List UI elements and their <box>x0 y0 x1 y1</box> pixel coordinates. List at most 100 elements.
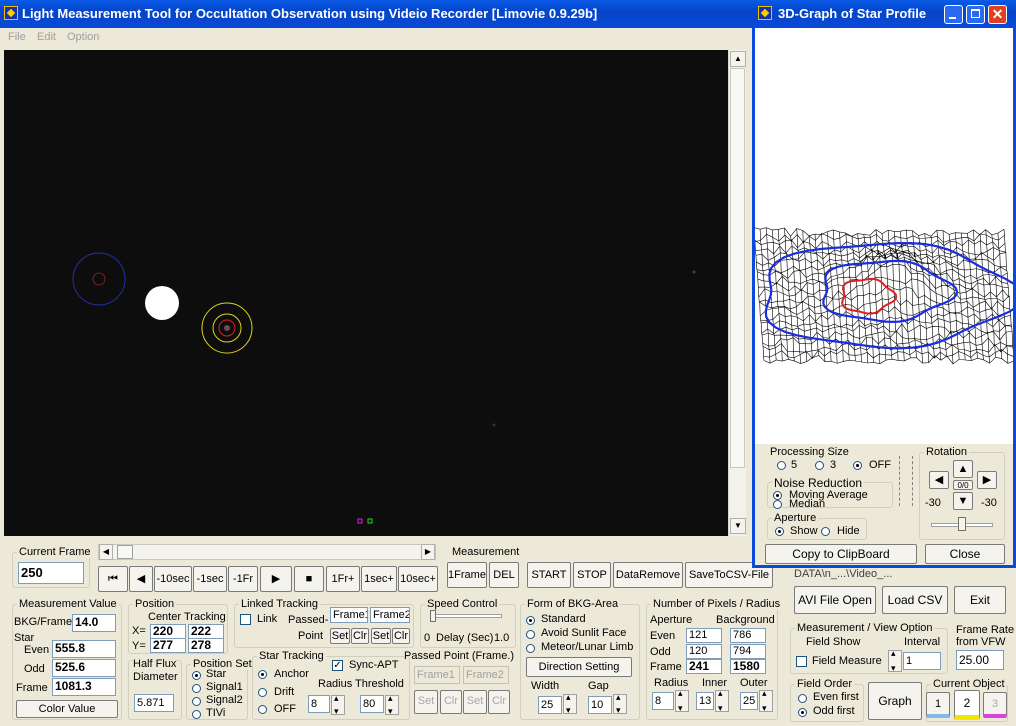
aperture-radius-input[interactable]: 8 <box>652 692 674 710</box>
avi-file-open-button[interactable]: AVI File Open <box>794 586 876 614</box>
color-value-button[interactable]: Color Value <box>16 700 118 718</box>
exit-button[interactable]: Exit <box>954 586 1006 614</box>
scroll-thumb[interactable] <box>730 68 745 468</box>
linked-set1-button[interactable]: Set <box>330 628 350 644</box>
minus-10sec-button[interactable]: -10sec <box>154 566 192 592</box>
video-vertical-scrollbar[interactable]: ▲ ▼ <box>728 50 746 536</box>
passed-set1-button[interactable]: Set <box>414 690 438 714</box>
direction-setting-button[interactable]: Direction Setting <box>526 657 632 677</box>
load-csv-button[interactable]: Load CSV <box>882 586 948 614</box>
frame-rate-input[interactable]: 25.00 <box>956 650 1004 670</box>
frame-slider[interactable]: ◀ ▶ <box>98 544 436 560</box>
minus-1sec-button[interactable]: -1sec <box>193 566 227 592</box>
slider-thumb[interactable] <box>117 545 133 559</box>
rotate-right-button[interactable]: ▶ <box>977 471 997 489</box>
minimize-button[interactable] <box>944 5 963 24</box>
plus-1sec-button[interactable]: 1sec+ <box>361 566 397 592</box>
stop-button[interactable]: STOP <box>573 562 611 588</box>
stop-playback-button[interactable]: ■ <box>294 566 324 592</box>
close-window-button[interactable]: ✕ <box>988 5 1007 24</box>
maximize-button[interactable] <box>966 5 985 24</box>
link-checkbox[interactable] <box>240 614 251 625</box>
linked-clr1-button[interactable]: Clr <box>351 628 369 644</box>
processing-size-3-radio[interactable] <box>815 461 824 470</box>
passed-frame1-input[interactable]: Frame1 <box>414 666 460 684</box>
passed-set2-button[interactable]: Set <box>463 690 487 714</box>
plus-10sec-button[interactable]: 10sec+ <box>398 566 438 592</box>
menu-option[interactable]: Option <box>67 31 99 43</box>
outer-radius-spinner[interactable] <box>759 688 773 714</box>
threshold-spinner[interactable] <box>385 693 399 717</box>
first-frame-button[interactable]: ⏮ <box>98 566 128 592</box>
tracking-off-radio[interactable] <box>258 705 267 714</box>
rotate-left-button[interactable]: ◀ <box>929 471 949 489</box>
passed-frame2-input[interactable]: Frame2 <box>463 666 509 684</box>
linked-frame1-input[interactable]: Frame1 <box>330 607 368 623</box>
position-set-tivi-radio[interactable] <box>192 710 201 719</box>
minus-1fr-button[interactable]: -1Fr <box>228 566 258 592</box>
moving-average-radio[interactable] <box>773 491 782 500</box>
plus-1fr-button[interactable]: 1Fr+ <box>326 566 360 592</box>
outer-radius-input[interactable]: 25 <box>740 692 758 710</box>
object-2-button[interactable]: 2 <box>954 690 980 720</box>
position-set-signal1-radio[interactable] <box>192 684 201 693</box>
interval-input[interactable]: 1 <box>903 652 941 670</box>
aperture-radius-spinner[interactable] <box>675 688 689 714</box>
rotate-down-button[interactable]: ▼ <box>953 492 973 510</box>
close-button[interactable]: Close <box>925 544 1005 564</box>
main-title-bar[interactable]: Light Measurement Tool for Occultation O… <box>0 0 752 28</box>
tracking-radius-spinner[interactable] <box>331 693 345 717</box>
object-3-button[interactable]: 3 <box>983 692 1007 718</box>
bkg-width-spinner[interactable] <box>563 692 577 716</box>
bkg-gap-spinner[interactable] <box>613 692 627 716</box>
interval-spinner[interactable] <box>888 648 902 674</box>
play-button[interactable]: ▶ <box>260 566 292 592</box>
menu-file[interactable]: File <box>8 31 26 43</box>
processing-size-5-radio[interactable] <box>777 461 786 470</box>
linked-clr2-button[interactable]: Clr <box>392 628 410 644</box>
start-button[interactable]: START <box>527 562 571 588</box>
previous-button[interactable]: ◀ <box>129 566 153 592</box>
slider-left-arrow-icon[interactable]: ◀ <box>99 544 113 560</box>
rotation-reset-button[interactable]: 0/0 <box>953 480 973 490</box>
aperture-hide-radio[interactable] <box>821 527 830 536</box>
drift-radio[interactable] <box>258 688 267 697</box>
passed-clr1-button[interactable]: Clr <box>440 690 462 714</box>
sync-apt-checkbox[interactable]: ✓ <box>332 660 343 671</box>
speed-slider-track[interactable] <box>432 614 502 618</box>
current-frame-input[interactable]: 250 <box>18 562 84 584</box>
odd-first-radio[interactable] <box>798 708 807 717</box>
position-set-signal2-radio[interactable] <box>192 697 201 706</box>
passed-clr2-button[interactable]: Clr <box>488 690 510 714</box>
one-frame-button[interactable]: 1Frame <box>447 562 487 588</box>
delete-button[interactable]: DEL <box>489 562 519 588</box>
slider-right-arrow-icon[interactable]: ▶ <box>421 544 435 560</box>
video-frame[interactable] <box>4 50 728 536</box>
processing-size-off-radio[interactable] <box>853 461 862 470</box>
inner-radius-spinner[interactable] <box>715 688 729 714</box>
bkg-gap-input[interactable]: 10 <box>588 696 612 714</box>
bkg-avoid-sunlit-radio[interactable] <box>526 630 535 639</box>
linked-frame2-input[interactable]: Frame2 <box>370 607 410 623</box>
threshold-input[interactable]: 80 <box>360 695 384 713</box>
linked-set2-button[interactable]: Set <box>371 628 391 644</box>
scroll-down-arrow-icon[interactable]: ▼ <box>730 518 746 534</box>
anchor-radio[interactable] <box>258 670 267 679</box>
graph-title-bar[interactable]: 3D-Graph of Star Profile ✕ <box>752 0 1016 28</box>
bkg-width-input[interactable]: 25 <box>538 696 562 714</box>
menu-edit[interactable]: Edit <box>37 31 56 43</box>
position-set-star-radio[interactable] <box>192 671 201 680</box>
data-remove-button[interactable]: DataRemove <box>613 562 683 588</box>
field-measure-checkbox[interactable] <box>796 656 807 667</box>
aperture-show-radio[interactable] <box>775 527 784 536</box>
bkg-meteor-radio[interactable] <box>526 644 535 653</box>
copy-to-clipboard-button[interactable]: Copy to ClipBoard <box>765 544 917 564</box>
bkg-standard-radio[interactable] <box>526 616 535 625</box>
median-radio[interactable] <box>773 500 782 509</box>
vertical-scale-slider[interactable] <box>899 456 913 506</box>
graph-button[interactable]: Graph <box>868 682 922 720</box>
even-first-radio[interactable] <box>798 694 807 703</box>
inner-radius-input[interactable]: 13 <box>696 692 714 710</box>
object-1-button[interactable]: 1 <box>926 692 950 718</box>
rotation-slider-thumb[interactable] <box>958 517 966 531</box>
